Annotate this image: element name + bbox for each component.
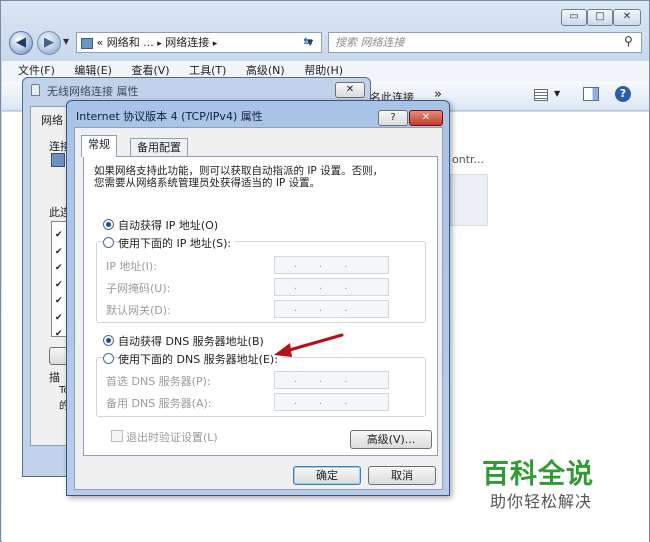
checkbox-icon[interactable]: ✔ ✔ ✔ ✔ ✔ ✔ ✔ [55,227,63,343]
menu-edit[interactable]: 编辑(E) [74,64,112,77]
alternate-dns-label: 备用 DNS 服务器(A): [106,397,212,410]
preferred-dns-label: 首选 DNS 服务器(P): [106,375,211,388]
adapter-icon [51,153,65,167]
wireless-dialog-title: 无线网络连接 属性 [47,85,139,98]
back-arrow-icon: ◀ [16,35,26,50]
subnet-mask-label: 子网掩码(U): [106,282,171,295]
menu-view[interactable]: 查看(V) [131,64,169,77]
menu-file[interactable]: 文件(F) [18,64,55,77]
auto-dns-radio[interactable] [103,335,114,346]
tab-network[interactable]: 网络 [41,112,63,128]
ipv4-properties-dialog: Internet 协议版本 4 (TCP/IPv4) 属性 ? ✕ 常规 备用配… [66,100,450,496]
address-crumb-separator[interactable]: ▸ [157,39,162,49]
auto-ip-radio[interactable] [103,219,114,230]
default-gateway-label: 默认网关(D): [106,304,171,317]
address-crumb[interactable]: 网络和 ... [107,36,154,49]
ip-address-field[interactable]: ... [274,256,389,274]
change-view-icon[interactable] [534,89,548,101]
arrow-head [274,343,292,357]
arrow-shaft [284,333,344,353]
network-folder-icon [81,37,93,49]
help-button[interactable]: ? [378,110,408,126]
default-gateway-field[interactable]: ... [274,300,389,318]
general-page: 如果网络支持此功能，则可以获取自动指派的 IP 设置。否则， 您需要从网络系统管… [83,156,438,456]
watermark-subtitle: 助你轻松解决 [490,492,593,511]
intro-line: 如果网络支持此功能，则可以获取自动指派的 IP 设置。否则， [94,165,384,177]
auto-dns-label[interactable]: 自动获得 DNS 服务器地址(B) [118,333,264,349]
close-window-button[interactable]: ✕ [613,9,641,26]
back-button[interactable]: ◀ [9,31,33,55]
tab-alternate-config[interactable]: 备用配置 [130,138,188,158]
ipv4-dialog-close-button[interactable]: ✕ [409,110,443,126]
alternate-dns-field[interactable]: ... [274,393,389,411]
description-label: 描 [49,371,60,384]
auto-ip-label[interactable]: 自动获得 IP 地址(O) [118,217,218,233]
manual-ip-radio[interactable] [103,237,114,248]
forward-button[interactable]: ▶ [37,31,61,55]
search-icon[interactable]: ⚲ [624,34,633,48]
preview-pane-icon[interactable] [583,87,599,101]
address-bar[interactable]: « 网络和 ... ▸ 网络连接 ▸ ▼ [76,32,322,53]
recent-pages-dropdown-icon[interactable]: ▼ [63,37,69,46]
annotation-arrow [274,333,344,357]
ipv4-dialog-title: Internet 协议版本 4 (TCP/IPv4) 属性 [76,110,263,123]
maximize-button[interactable]: □ [587,9,613,26]
minimize-button[interactable]: ▭ [561,9,587,26]
help-icon[interactable]: ? [615,86,631,102]
intro-text: 如果网络支持此功能，则可以获取自动指派的 IP 设置。否则， 您需要从网络系统管… [94,165,383,189]
advanced-button[interactable]: 高级(V)... [350,430,432,449]
menu-help[interactable]: 帮助(H) [304,64,343,77]
connection-item-tile[interactable] [450,174,488,226]
manual-ip-label[interactable]: 使用下面的 IP 地址(S): [118,235,236,251]
search-input[interactable]: 搜索 网络连接 [328,32,642,53]
menu-advanced[interactable]: 高级(N) [246,64,285,77]
wireless-dialog-close-button[interactable]: ✕ [335,82,365,98]
manual-dns-radio[interactable] [103,353,114,364]
connection-item-text: ontr... [452,153,485,166]
tab-general[interactable]: 常规 [81,135,117,157]
ok-button[interactable]: 确定 [293,466,361,485]
validate-checkbox[interactable] [111,430,123,442]
ip-address-label: IP 地址(I): [106,260,157,273]
address-crumb-separator[interactable]: ▸ [213,39,218,49]
menu-tools[interactable]: 工具(T) [189,64,226,77]
preferred-dns-field[interactable]: ... [274,371,389,389]
address-crumb[interactable]: 网络连接 [165,36,209,49]
subnet-mask-field[interactable]: ... [274,278,389,296]
forward-arrow-icon: ▶ [44,35,54,50]
cancel-button[interactable]: 取消 [368,466,436,485]
watermark-logo: 百科全说 助你轻松解决 [458,440,626,518]
watermark-title: 百科全说 [482,459,594,490]
manual-dns-label[interactable]: 使用下面的 DNS 服务器地址(E): [118,351,282,367]
address-crumb[interactable]: « [97,36,104,49]
view-dropdown-icon[interactable]: ▼ [554,89,560,98]
validate-label[interactable]: 退出时验证设置(L) [126,429,218,445]
refresh-icon[interactable]: ⇆ [298,35,318,51]
intro-line: 您需要从网络系统管理员处获得适当的 IP 设置。 [94,177,321,189]
wireless-network-icon [31,84,40,96]
